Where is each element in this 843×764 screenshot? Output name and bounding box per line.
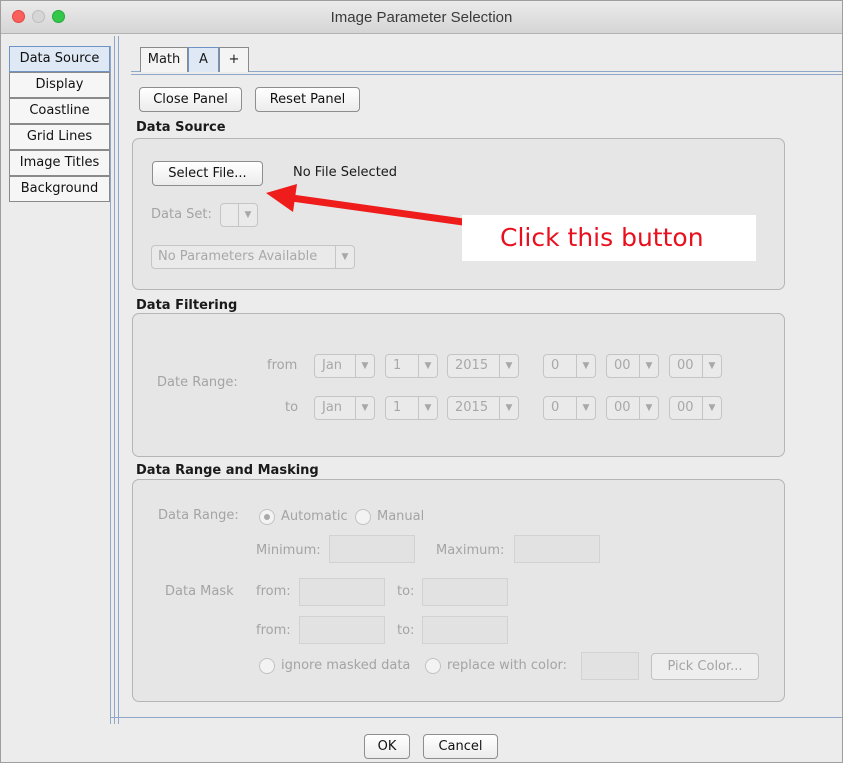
to-minute-select[interactable]: 00 ▼ <box>606 396 659 420</box>
chevron-down-icon: ▼ <box>639 355 658 377</box>
to-year-value: 2015 <box>455 400 489 415</box>
from-year-value: 2015 <box>455 358 489 373</box>
data-range-heading: Data Range and Masking <box>136 463 319 478</box>
mask-from-label-1: from: <box>256 584 291 599</box>
date-range-label: Date Range: <box>157 375 238 390</box>
replace-color-label: replace with color: <box>447 658 568 673</box>
ignore-masked-radio[interactable] <box>259 658 275 674</box>
data-range-label: Data Range: <box>158 508 239 523</box>
to-day-value: 1 <box>393 400 402 415</box>
minimum-label: Minimum: <box>256 543 321 558</box>
chevron-down-icon: ▼ <box>418 355 437 377</box>
chevron-down-icon: ▼ <box>355 355 374 377</box>
from-day-select[interactable]: 1 ▼ <box>385 354 438 378</box>
mask-from-input-2[interactable] <box>299 616 385 644</box>
manual-radio[interactable] <box>355 509 371 525</box>
maximum-input[interactable] <box>514 535 600 563</box>
to-label: to <box>285 400 299 415</box>
to-year-select[interactable]: 2015 ▼ <box>447 396 519 420</box>
to-second-select[interactable]: 00 ▼ <box>669 396 722 420</box>
replace-color-input[interactable] <box>581 652 639 680</box>
from-day-value: 1 <box>393 358 402 373</box>
maximum-label: Maximum: <box>436 543 505 558</box>
manual-label: Manual <box>377 509 425 524</box>
to-month-value: Jan <box>322 400 343 415</box>
from-hour-select[interactable]: 0 ▼ <box>543 354 596 378</box>
dialog-window: Image Parameter Selection Data Source Di… <box>0 0 843 763</box>
data-mask-label: Data Mask <box>165 584 234 599</box>
from-month-select[interactable]: Jan ▼ <box>314 354 375 378</box>
from-second-value: 00 <box>677 358 694 373</box>
from-second-select[interactable]: 00 ▼ <box>669 354 722 378</box>
to-second-value: 00 <box>677 400 694 415</box>
from-minute-select[interactable]: 00 ▼ <box>606 354 659 378</box>
from-year-select[interactable]: 2015 ▼ <box>447 354 519 378</box>
from-month-value: Jan <box>322 358 343 373</box>
mask-from-input-1[interactable] <box>299 578 385 606</box>
chevron-down-icon: ▼ <box>702 397 721 419</box>
chevron-down-icon: ▼ <box>418 397 437 419</box>
mask-to-input-1[interactable] <box>422 578 508 606</box>
automatic-radio[interactable] <box>259 509 275 525</box>
to-hour-value: 0 <box>551 400 560 415</box>
from-minute-value: 00 <box>614 358 631 373</box>
chevron-down-icon: ▼ <box>355 397 374 419</box>
mask-to-label-2: to: <box>397 623 415 638</box>
data-filtering-heading: Data Filtering <box>136 298 238 313</box>
from-label: from <box>267 358 298 373</box>
chevron-down-icon: ▼ <box>576 355 595 377</box>
automatic-label: Automatic <box>281 509 348 524</box>
pick-color-button[interactable]: Pick Color... <box>651 653 759 680</box>
mask-to-input-2[interactable] <box>422 616 508 644</box>
annotation-callout: Click this button <box>462 215 756 261</box>
chevron-down-icon: ▼ <box>576 397 595 419</box>
replace-color-radio[interactable] <box>425 658 441 674</box>
chevron-down-icon: ▼ <box>499 355 518 377</box>
from-hour-value: 0 <box>551 358 560 373</box>
chevron-down-icon: ▼ <box>639 397 658 419</box>
to-day-select[interactable]: 1 ▼ <box>385 396 438 420</box>
ignore-masked-label: ignore masked data <box>281 658 411 673</box>
minimum-input[interactable] <box>329 535 415 563</box>
mask-from-label-2: from: <box>256 623 291 638</box>
to-month-select[interactable]: Jan ▼ <box>314 396 375 420</box>
to-minute-value: 00 <box>614 400 631 415</box>
mask-to-label-1: to: <box>397 584 415 599</box>
chevron-down-icon: ▼ <box>702 355 721 377</box>
ok-button[interactable]: OK <box>364 734 410 759</box>
cancel-button[interactable]: Cancel <box>423 734 498 759</box>
chevron-down-icon: ▼ <box>499 397 518 419</box>
to-hour-select[interactable]: 0 ▼ <box>543 396 596 420</box>
